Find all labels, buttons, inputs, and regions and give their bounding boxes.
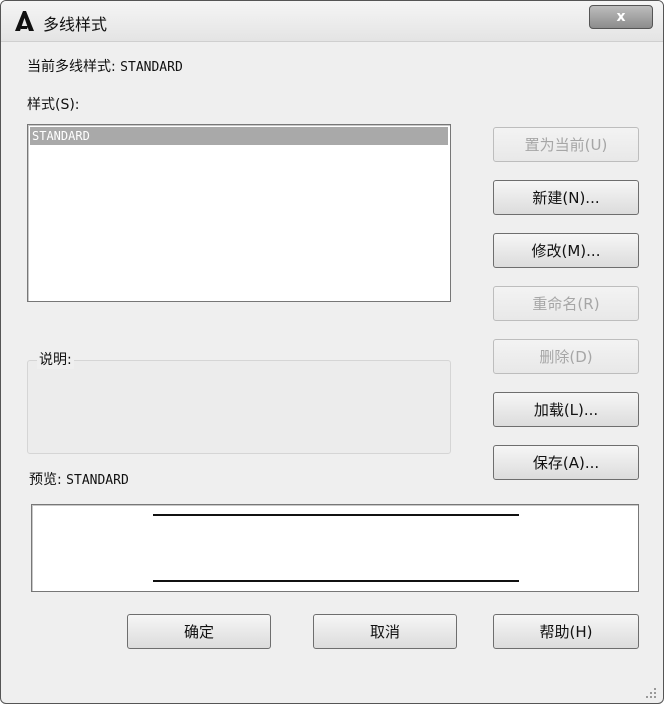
styles-label: 样式(S): bbox=[27, 97, 80, 113]
list-item[interactable]: STANDARD bbox=[30, 127, 448, 145]
title-bar[interactable]: 多线样式 x bbox=[1, 1, 663, 42]
ok-button[interactable]: 确定 bbox=[127, 614, 271, 649]
current-style-label: 当前多线样式: bbox=[27, 59, 116, 75]
close-icon: x bbox=[616, 9, 626, 25]
save-button[interactable]: 保存(A)... bbox=[493, 445, 639, 480]
new-button[interactable]: 新建(N)... bbox=[493, 180, 639, 215]
close-button[interactable]: x bbox=[589, 5, 653, 29]
resize-grip-icon[interactable] bbox=[645, 687, 657, 699]
description-box bbox=[27, 360, 451, 454]
help-button[interactable]: 帮助(H) bbox=[493, 614, 639, 649]
preview-line-bottom bbox=[153, 580, 519, 582]
preview-row: 预览: STANDARD bbox=[29, 469, 129, 489]
preview-label: 预览: bbox=[29, 472, 62, 488]
set-current-button[interactable]: 置为当前(U) bbox=[493, 127, 639, 162]
description-label: 说明: bbox=[37, 349, 74, 369]
current-style-row: 当前多线样式: STANDARD bbox=[27, 56, 183, 76]
preview-pane bbox=[31, 504, 639, 592]
delete-button[interactable]: 删除(D) bbox=[493, 339, 639, 374]
autocad-a-icon bbox=[15, 11, 34, 31]
preview-line-top bbox=[153, 514, 519, 516]
preview-style-name: STANDARD bbox=[66, 473, 129, 488]
current-style-value: STANDARD bbox=[120, 60, 183, 75]
multiline-style-dialog: 多线样式 x 当前多线样式: STANDARD 样式(S): STANDARD … bbox=[0, 0, 664, 704]
styles-listbox[interactable]: STANDARD bbox=[27, 124, 451, 302]
window-title: 多线样式 bbox=[43, 15, 108, 34]
rename-button[interactable]: 重命名(R) bbox=[493, 286, 639, 321]
load-button[interactable]: 加载(L)... bbox=[493, 392, 639, 427]
cancel-button[interactable]: 取消 bbox=[313, 614, 457, 649]
modify-button[interactable]: 修改(M)... bbox=[493, 233, 639, 268]
dialog-body: 当前多线样式: STANDARD 样式(S): STANDARD 说明: 预览:… bbox=[15, 42, 649, 690]
